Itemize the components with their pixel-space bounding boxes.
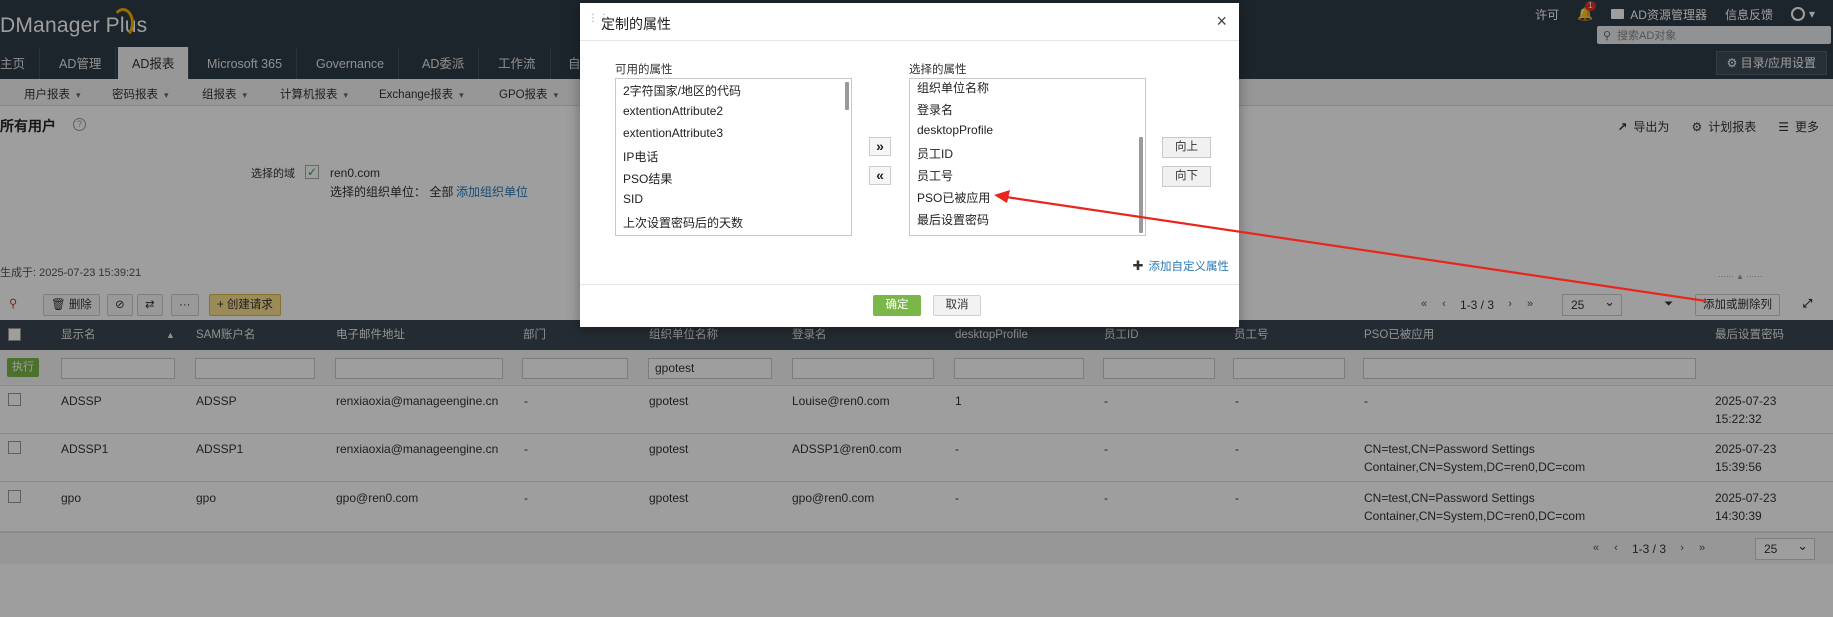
list-item[interactable]: extentionAttribute3 [623,126,723,140]
list-item[interactable]: 组织单位名称 [917,79,989,96]
app-window: DManager Plus 许可 🔔 1 AD资源管理器 信息反馈 ▾ ⚲ 搜索A… [0,0,1833,617]
list-item[interactable]: PSO结果 [623,170,672,187]
list-item[interactable]: desktopProfile [917,123,993,137]
drag-handle-icon[interactable]: ⋮⋮ [588,14,609,30]
list-item[interactable]: PSO已被应用 [917,189,990,206]
selected-label: 选择的属性 [909,64,967,76]
ok-button[interactable]: 确定 [873,295,921,316]
close-icon[interactable]: × [1216,11,1227,32]
list-item[interactable]: 2字符国家/地区的代码 [623,82,741,99]
plus-icon: ✚ [1132,258,1144,273]
list-item[interactable]: 登录名 [917,101,953,118]
add-custom-attribute-link[interactable]: ✚ 添加自定义属性 [1133,258,1229,274]
available-scrollbar[interactable] [845,82,849,110]
list-item[interactable]: 上次设置密码后的天数 [623,214,743,231]
move-down-button[interactable]: 向下 [1162,166,1211,187]
remove-attribute-button[interactable]: « [869,166,891,185]
list-item[interactable]: 最后设置密码 [917,211,989,228]
cancel-button[interactable]: 取消 [933,295,981,316]
dialog-footer-divider [580,284,1239,285]
list-item[interactable]: 员工ID [917,145,953,162]
list-item[interactable]: 员工号 [917,167,953,184]
dialog-title: 定制的属性 [601,16,671,32]
move-up-button[interactable]: 向上 [1162,137,1211,158]
available-attributes-list[interactable]: 2字符国家/地区的代码 extentionAttribute2 extentio… [615,78,852,236]
add-attribute-button[interactable]: » [869,137,891,156]
selected-attributes-list[interactable]: 组织单位名称 登录名 desktopProfile 员工ID 员工号 PSO已被… [909,78,1146,236]
selected-scrollbar[interactable] [1139,137,1143,233]
list-item[interactable]: extentionAttribute2 [623,104,723,118]
list-item[interactable]: SID [623,192,643,206]
list-item[interactable]: IP电话 [623,148,658,165]
dialog-divider [580,40,1239,41]
available-label: 可用的属性 [615,64,673,76]
custom-attributes-dialog: ⋮⋮ 定制的属性 × 可用的属性 选择的属性 2字符国家/地区的代码 exten… [580,3,1239,327]
